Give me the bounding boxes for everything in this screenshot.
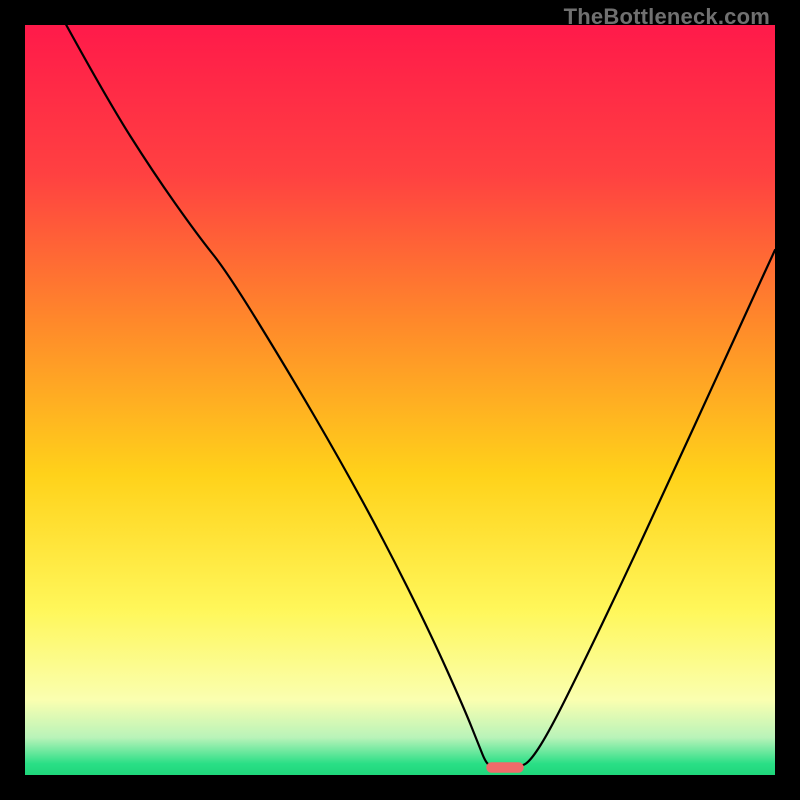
- chart-frame: [25, 25, 775, 775]
- watermark-text: TheBottleneck.com: [564, 4, 770, 30]
- optimum-marker: [486, 762, 524, 773]
- plot-background: [25, 25, 775, 775]
- bottleneck-chart: [25, 25, 775, 775]
